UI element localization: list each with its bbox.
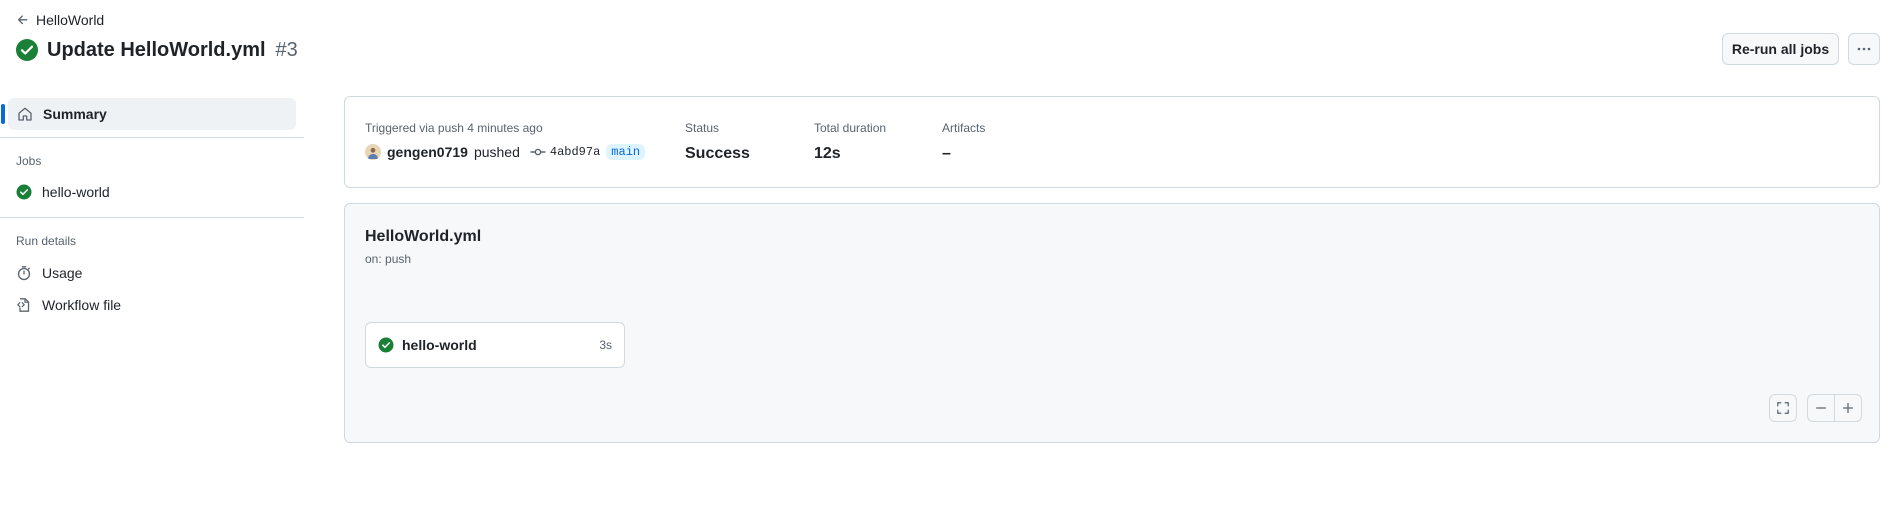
sidebar-item-workflow-file[interactable]: Workflow file [16,297,121,313]
sidebar-item-label: Usage [42,265,83,281]
run-number: #3 [275,38,298,61]
zoom-out-button[interactable] [1807,394,1835,422]
artifacts-label: Artifacts [942,121,986,135]
job-node-hello-world[interactable]: hello-world 3s [365,322,625,368]
active-indicator [1,104,5,124]
sidebar-item-label: Summary [43,106,107,122]
jobs-heading: Jobs [16,154,42,168]
sidebar-item-hello-world-job[interactable]: hello-world [16,184,110,200]
git-commit-icon [530,148,546,156]
sidebar-item-summary[interactable]: Summary [1,98,296,130]
workflow-graph-card: HelloWorld.yml on: push hello-world 3s [344,203,1880,443]
back-link[interactable]: HelloWorld [16,12,104,28]
actor-link[interactable]: gengen0719 [387,144,468,160]
job-duration: 3s [599,338,612,352]
kebab-horizontal-icon [1857,47,1871,51]
check-circle-fill-icon [378,337,394,353]
artifacts-value: – [942,145,951,162]
sidebar-item-usage[interactable]: Usage [16,265,82,281]
push-action-text: pushed [473,144,520,160]
divider [0,217,304,218]
commit-link[interactable]: 4abd97a [530,144,600,160]
check-circle-fill-icon [16,184,32,200]
branch-badge[interactable]: main [606,144,646,160]
sidebar-item-label: hello-world [42,184,110,200]
file-code-icon [17,298,30,312]
page-title: Update HelloWorld.yml [47,38,266,61]
sidebar-item-label: Workflow file [42,297,122,313]
minus-icon [1816,407,1826,409]
fullscreen-button[interactable] [1769,394,1797,422]
arrow-left-icon [17,15,28,25]
duration-label: Total duration [814,121,887,135]
avatar[interactable] [365,144,381,160]
rerun-all-jobs-button[interactable]: Re-run all jobs [1722,33,1839,65]
home-icon [18,107,32,121]
run-details-heading: Run details [16,234,77,248]
trigger-details: gengen0719 pushed 4abd97a main [365,144,646,160]
more-options-button[interactable] [1848,33,1880,65]
duration-value[interactable]: 12s [814,145,841,163]
check-circle-fill-icon [15,38,39,62]
back-link-label: HelloWorld [36,12,105,28]
commit-sha: 4abd97a [549,145,601,159]
status-label: Status [685,121,720,135]
trigger-text: Triggered via push 4 minutes ago [365,121,543,135]
divider [0,137,304,138]
status-value: Success [685,145,750,162]
workflow-name: HelloWorld.yml [365,228,482,245]
plus-icon [1843,403,1853,413]
zoom-in-button[interactable] [1834,394,1862,422]
page-title-row: Update HelloWorld.yml #3 [15,38,298,62]
stopwatch-icon [17,266,31,281]
job-name: hello-world [402,337,477,353]
workflow-trigger: on: push [365,252,412,266]
screen-full-icon [1777,402,1789,414]
run-summary-card: Triggered via push 4 minutes ago gengen0… [344,96,1880,188]
